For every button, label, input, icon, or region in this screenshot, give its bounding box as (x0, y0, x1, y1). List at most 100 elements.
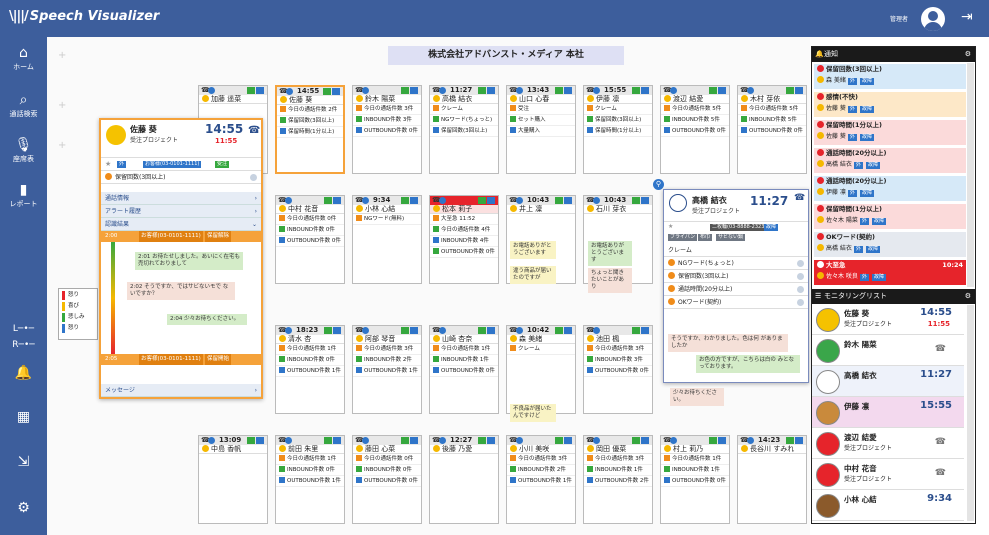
monitor-item[interactable]: 渡辺 結愛 受注プロジェクト ☎ (812, 428, 964, 459)
play-icon[interactable] (285, 437, 292, 444)
play-icon[interactable] (593, 437, 600, 444)
play-icon[interactable] (516, 327, 523, 334)
play-icon[interactable] (362, 87, 369, 94)
monitor-item[interactable]: 鈴木 陽菜 ☎ (812, 335, 964, 366)
play-icon[interactable] (362, 437, 369, 444)
check-icon[interactable] (797, 273, 804, 280)
seat-card[interactable]: ☎ 18:23 清水 杏今日の通話件数 1件 INBOUND件数 0件 OUTBOUND… (275, 325, 345, 414)
volume-slider[interactable]: L─•─ R─•─ (0, 321, 47, 353)
gear-icon[interactable]: ⚙ (965, 47, 971, 62)
seat-card[interactable]: ☎ 9:34 小林 心結 NGワード(無料) (352, 195, 422, 284)
alert-row[interactable]: OKワード(契約) (664, 296, 808, 309)
nav-settings[interactable]: ⚙ (0, 500, 47, 516)
seat-card[interactable]: ☎ 15:55 伊藤 凛クレーム 保留回数(3回以上) 保留時間(1分以上) (583, 85, 653, 174)
section-recognition[interactable]: 認識結果 ⌄ (101, 218, 261, 231)
play-icon[interactable] (362, 327, 369, 334)
star-icon[interactable]: ★ (668, 223, 673, 230)
play-icon[interactable] (593, 327, 600, 334)
play-icon[interactable] (439, 197, 446, 204)
seat-card[interactable]: ☎ 中村 花音 今日の通話件数 0件 INBOUND件数 0件 OUTBOUND件数 0… (275, 195, 345, 284)
notification-item[interactable]: OKワード(契約) 高橋 結衣外故障 (814, 232, 966, 257)
play-icon[interactable] (516, 437, 523, 444)
monitor-item[interactable]: 小林 心結 9:34 (812, 490, 964, 521)
nav-report[interactable]: ▮ レポート (0, 182, 47, 209)
seat-header: ☎ (661, 436, 729, 445)
notification-item[interactable]: 保留時間(1分以上) 佐藤 葵外故障 (814, 120, 966, 145)
seat-card[interactable]: ☎ 11:27 高橋 結衣 クレーム NGワード(ちょっと) 保留回数(3回以上) (429, 85, 499, 174)
nav-call-search[interactable]: ⌕ 通話検索 (0, 92, 47, 119)
gear-icon[interactable]: ⚙ (965, 289, 971, 304)
row-icon (587, 477, 593, 483)
section-call-info[interactable]: 通話情報 › (101, 192, 261, 205)
nav-seat-map[interactable]: 🎙 座席表 (0, 137, 47, 164)
seat-card[interactable]: ☎ 山崎 杏奈 今日の通話件数 1件 INBOUND件数 1件 OUTBOUND件数 0… (429, 325, 499, 414)
play-icon[interactable] (208, 87, 215, 94)
check-icon[interactable] (797, 299, 804, 306)
agent-detail-popup[interactable]: 佐藤 葵 受注プロジェクト 14:55 11:55 ☎ ★ 外 お客様(03-0… (99, 118, 263, 399)
seat-card[interactable]: ☎ 鈴木 陽菜 今日の通話件数 3件 INBOUND件数 3件 OUTBOUND件数 0… (352, 85, 422, 174)
notification-item[interactable]: 感情(不快) 佐藤 葵外故障 (814, 92, 966, 117)
seat-card[interactable]: ☎ 12:27 後藤 乃愛 (429, 435, 499, 524)
play-icon[interactable] (747, 87, 754, 94)
seat-card[interactable]: ☎ 池田 楓今日の通話件数 3件 INBOUND件数 3件 OUTBOUND件数 0件 (583, 325, 653, 414)
alert-row[interactable]: 保留回数(3回以上) (664, 270, 808, 283)
seat-card[interactable]: ☎ 10:42 森 美緒 クレーム (506, 325, 576, 414)
nav-notifications[interactable]: 🔔 (0, 365, 47, 381)
check-icon[interactable] (250, 174, 257, 181)
seat-card[interactable]: ☎ 小川 美咲 今日の通話件数 3件 INBOUND件数 2件 OUTBOUND件数 1… (506, 435, 576, 524)
monitor-item[interactable]: 高橋 結衣 11:27 (812, 366, 964, 397)
seat-card[interactable]: ☎ 13:09 中島 香帆 (198, 435, 268, 524)
play-icon[interactable] (516, 87, 523, 94)
play-icon[interactable] (593, 197, 600, 204)
seat-card[interactable]: ☎ 藤田 心菜 今日の通話件数 0件 INBOUND件数 0件 OUTBOUND件数 0… (352, 435, 422, 524)
play-icon[interactable] (747, 437, 754, 444)
play-icon[interactable] (208, 437, 215, 444)
seat-card[interactable]: ☎ 木村 芽依 今日の通話件数 5件 INBOUND件数 5件 OUTBOUND件数 0… (737, 85, 807, 174)
row-label: 大至急 11:52 (441, 216, 476, 222)
play-icon[interactable] (439, 437, 446, 444)
seat-card[interactable]: ☎ 14:23 長谷川 すみれ (737, 435, 807, 524)
play-icon[interactable] (516, 197, 523, 204)
check-icon[interactable] (797, 260, 804, 267)
notification-item[interactable]: 保留回数(3回以上) 森 美緒外故障 (814, 64, 966, 89)
alert-row[interactable]: NGワード(ちょっと) (664, 257, 808, 270)
seat-card[interactable]: ☎ 松本 莉子 大至急 11:52 今日の通話件数 4件 INBOUND件数 4件 OUT… (429, 195, 499, 284)
play-icon[interactable] (439, 87, 446, 94)
play-icon[interactable] (286, 88, 293, 95)
monitor-item[interactable]: 佐藤 葵受注プロジェクト 14:55 11:55 (812, 304, 964, 335)
agent-detail-popup[interactable]: 高橋 結衣 受注プロジェクト 11:27 ☎ ★ 二枚輪(03-8888-232… (663, 189, 809, 383)
scrollbar[interactable] (967, 305, 974, 521)
section-alert-history[interactable]: アラート履歴 › (101, 205, 261, 218)
seat-card[interactable]: ☎ 14:55 佐藤 葵今日の通話件数 2件 保留回数(3回以上) 保留時間(1分以上) (275, 85, 345, 174)
play-icon[interactable] (670, 87, 677, 94)
check-icon[interactable] (797, 286, 804, 293)
monitor-item[interactable]: 伊藤 凛 15:55 (812, 397, 964, 428)
notification-item[interactable]: 保留時間(1分以上) 佐々木 陽菜外故障 (814, 204, 966, 229)
play-icon[interactable] (670, 437, 677, 444)
notification-item[interactable]: 通話時間(20分以上) 高橋 結衣外故障 (814, 148, 966, 173)
nav-export[interactable]: ⇲ (0, 454, 47, 470)
user-avatar[interactable] (921, 7, 945, 31)
notification-item[interactable]: 大至急 10:24 佐々木 咲良外故障 (814, 260, 966, 285)
play-icon[interactable] (285, 327, 292, 334)
logout-icon[interactable]: ⇥ (961, 9, 973, 25)
nav-home[interactable]: ⌂ ホーム (0, 45, 47, 72)
message-section[interactable]: メッセージ › (101, 384, 261, 397)
seat-card[interactable]: ☎ 13:43 山口 心春 受注 セット購入 大量購入 (506, 85, 576, 174)
seat-card[interactable]: ☎ 岡田 優菜 今日の通話件数 3件 INBOUND件数 1件 OUTBOUND件数 2… (583, 435, 653, 524)
seat-card[interactable]: ☎ 阿部 琴音 今日の通話件数 3件 INBOUND件数 2件 OUTBOUND件数 1… (352, 325, 422, 414)
play-icon[interactable] (362, 197, 369, 204)
seat-card[interactable]: ☎ 渡辺 結愛 今日の通話件数 5件 INBOUND件数 5件 OUTBOUND件数 0… (660, 85, 730, 174)
alert-row[interactable]: 通話時間(20分以上) (664, 283, 808, 296)
alert-row[interactable]: 保留回数(3回以上) (101, 171, 261, 184)
play-icon[interactable] (439, 327, 446, 334)
nav-group[interactable]: ▦ (0, 409, 47, 425)
monitor-item[interactable]: 中村 花音 受注プロジェクト ☎ (812, 459, 964, 490)
play-icon[interactable] (593, 87, 600, 94)
seat-card[interactable]: ☎ 村上 莉乃 今日の通話件数 1件 INBOUND件数 1件 OUTBOUND件数 0… (660, 435, 730, 524)
seat-card[interactable]: ☎ 前田 朱里 今日の通話件数 1件 INBOUND件数 0件 OUTBOUND件数 1… (275, 435, 345, 524)
play-icon[interactable] (285, 197, 292, 204)
scrollbar[interactable] (967, 63, 974, 287)
star-icon[interactable]: ★ (105, 160, 111, 168)
notification-item[interactable]: 通話時間(20分以上) 伊藤 凛外故障 (814, 176, 966, 201)
